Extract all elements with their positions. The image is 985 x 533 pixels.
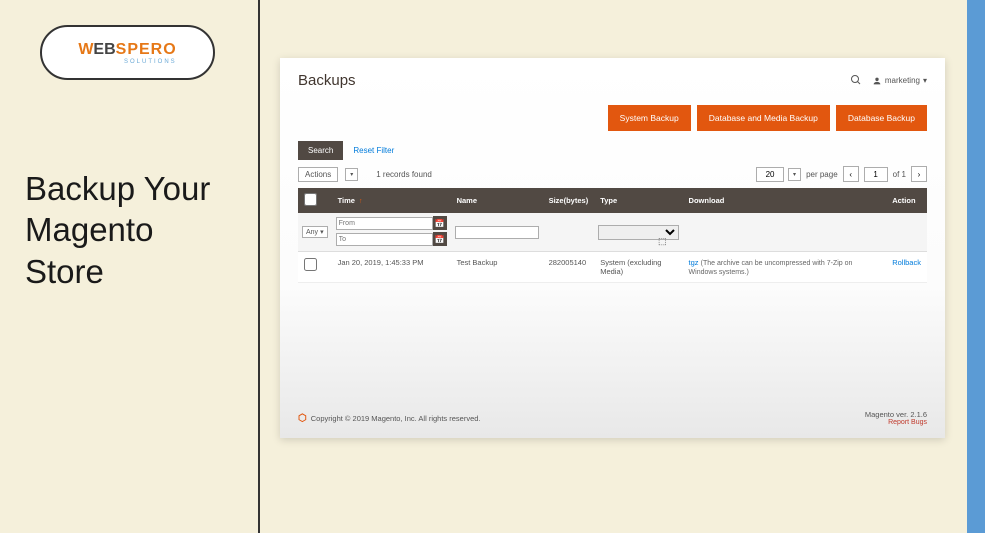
logo-w: W bbox=[78, 41, 93, 58]
filter-row: Search Reset Filter bbox=[280, 141, 945, 160]
header-right: marketing ▾ bbox=[850, 74, 927, 88]
footer-right: Magento ver. 2.1.6 Report Bugs bbox=[865, 410, 927, 426]
admin-page-title: Backups bbox=[298, 72, 356, 89]
database-media-backup-button[interactable]: Database and Media Backup bbox=[697, 105, 830, 131]
calendar-icon[interactable]: 📅 bbox=[433, 232, 447, 246]
logo-spero: SPERO bbox=[116, 41, 177, 58]
vertical-divider bbox=[258, 0, 260, 533]
select-all-checkbox[interactable] bbox=[304, 193, 317, 206]
any-select[interactable]: Any ▾ bbox=[302, 226, 328, 238]
name-filter-input[interactable] bbox=[455, 226, 539, 239]
user-menu[interactable]: marketing ▾ bbox=[872, 76, 927, 86]
grid-controls: Actions ▾ 1 records found ▾ per page ‹ o… bbox=[280, 160, 945, 188]
rollback-link[interactable]: Rollback bbox=[892, 258, 921, 267]
chevron-down-icon: ▾ bbox=[320, 228, 324, 236]
current-page-input[interactable] bbox=[864, 167, 888, 182]
actions-dropdown-label: Actions bbox=[305, 170, 331, 179]
actions-dropdown[interactable]: Actions bbox=[298, 167, 338, 182]
per-page-label: per page bbox=[806, 170, 838, 179]
system-backup-button[interactable]: System Backup bbox=[608, 105, 691, 131]
left-controls: Actions ▾ 1 records found bbox=[298, 167, 432, 182]
action-buttons: System Backup Database and Media Backup … bbox=[280, 97, 945, 141]
per-page-input[interactable] bbox=[756, 167, 784, 182]
logo-container: WEBSPERO SOLUTIONS bbox=[40, 25, 215, 80]
download-link[interactable]: tgz bbox=[689, 258, 699, 267]
report-bugs-link[interactable]: Report Bugs bbox=[865, 419, 927, 426]
logo-eb: EB bbox=[93, 41, 115, 58]
actions-dropdown-toggle[interactable]: ▾ bbox=[345, 168, 358, 181]
logo-solutions: SOLUTIONS bbox=[78, 59, 176, 65]
user-icon bbox=[872, 76, 882, 86]
cell-download: tgz (The archive can be uncompressed wit… bbox=[683, 252, 887, 283]
table-row: Jan 20, 2019, 1:45:33 PM Test Backup 282… bbox=[298, 252, 927, 283]
next-page-button[interactable]: › bbox=[911, 166, 927, 182]
cell-time: Jan 20, 2019, 1:45:33 PM bbox=[332, 252, 451, 283]
reset-filter-link[interactable]: Reset Filter bbox=[343, 141, 404, 160]
prev-page-button[interactable]: ‹ bbox=[843, 166, 859, 182]
col-name[interactable]: Name bbox=[451, 188, 543, 213]
cell-type: System (excluding Media) bbox=[594, 252, 682, 283]
sort-arrow-icon: ↑ bbox=[359, 198, 363, 205]
col-time[interactable]: Time↑ bbox=[332, 188, 451, 213]
admin-panel: Backups marketing ▾ System Backup Databa… bbox=[280, 58, 945, 438]
footer-left: ⬡ Copyright © 2019 Magento, Inc. All rig… bbox=[298, 410, 481, 426]
search-button[interactable]: Search bbox=[298, 141, 343, 160]
search-icon[interactable] bbox=[850, 74, 862, 88]
admin-footer: ⬡ Copyright © 2019 Magento, Inc. All rig… bbox=[298, 410, 927, 426]
database-backup-button[interactable]: Database Backup bbox=[836, 105, 927, 131]
page-of-text: of 1 bbox=[893, 170, 906, 179]
row-checkbox[interactable] bbox=[304, 258, 317, 271]
records-found-text: 1 records found bbox=[376, 170, 432, 179]
to-date-input[interactable] bbox=[336, 233, 433, 246]
cell-size: 282005140 bbox=[543, 252, 595, 283]
per-page-dropdown-toggle[interactable]: ▾ bbox=[788, 168, 801, 181]
col-size[interactable]: Size(bytes) bbox=[543, 188, 595, 213]
from-date-input[interactable] bbox=[336, 217, 433, 230]
select-all-header[interactable] bbox=[298, 188, 332, 213]
download-note: (The archive can be uncompressed with 7-… bbox=[689, 260, 853, 276]
copyright-text: Copyright © 2019 Magento, Inc. All right… bbox=[311, 414, 481, 423]
filter-inputs-row: Any ▾ 📅 📅 bbox=[298, 213, 927, 252]
user-menu-label: marketing bbox=[885, 76, 920, 85]
any-select-label: Any bbox=[306, 229, 318, 236]
chevron-down-icon: ▾ bbox=[923, 76, 927, 85]
version-text: Magento ver. 2.1.6 bbox=[865, 410, 927, 419]
blue-accent-bar bbox=[967, 0, 985, 533]
cell-name: Test Backup bbox=[451, 252, 543, 283]
col-action[interactable]: Action bbox=[886, 188, 927, 213]
cursor-icon: ⬚ bbox=[658, 236, 667, 247]
col-download[interactable]: Download bbox=[683, 188, 887, 213]
magento-logo-icon: ⬡ bbox=[298, 413, 307, 424]
admin-header: Backups marketing ▾ bbox=[280, 58, 945, 97]
backups-grid: Time↑ Name Size(bytes) Type Download Act… bbox=[298, 188, 927, 283]
col-type[interactable]: Type bbox=[594, 188, 682, 213]
logo: WEBSPERO SOLUTIONS bbox=[78, 41, 176, 65]
right-controls: ▾ per page ‹ of 1 › bbox=[756, 166, 927, 182]
page-title: Backup Your Magento Store bbox=[25, 168, 210, 292]
calendar-icon[interactable]: 📅 bbox=[433, 216, 447, 230]
